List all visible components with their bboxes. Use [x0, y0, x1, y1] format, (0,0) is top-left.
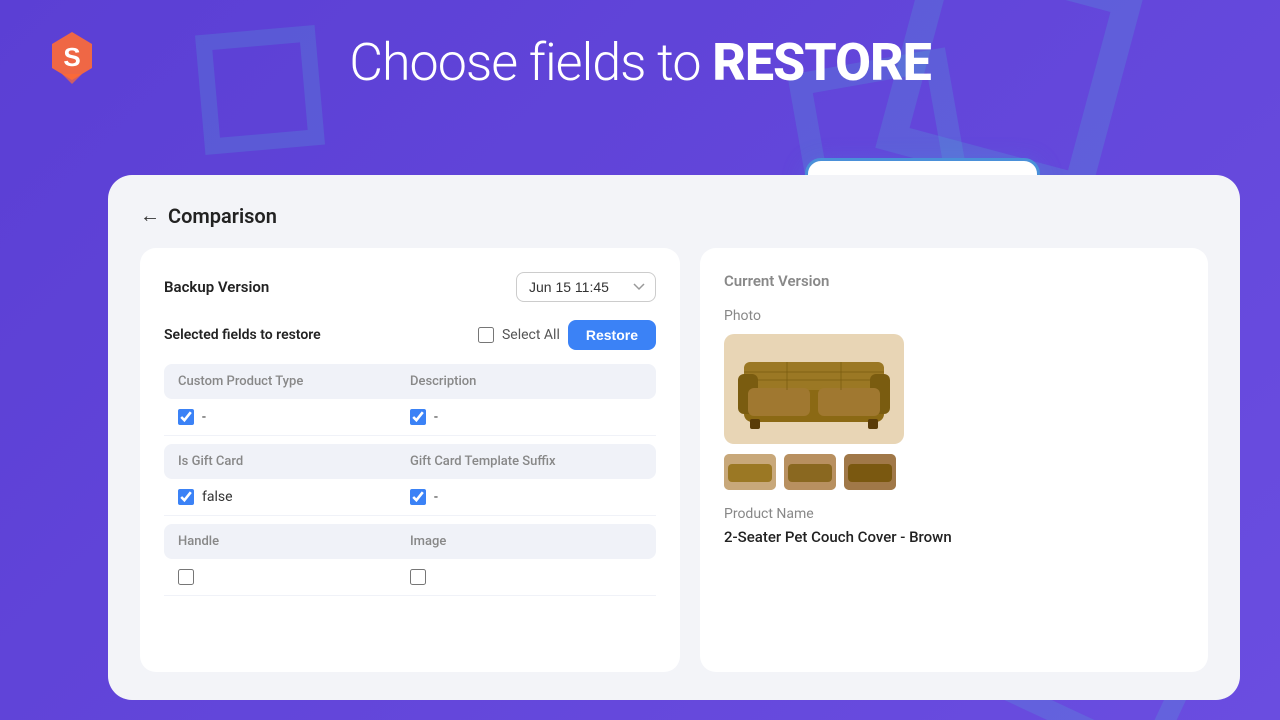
product-name-label: Product Name	[724, 506, 1184, 522]
field-checkbox-1-col2[interactable]	[410, 409, 426, 425]
field-value-text-1-col2: -	[434, 409, 438, 425]
field-header-col1-2: Is Gift Card	[178, 454, 410, 469]
field-value-col2-1: -	[410, 409, 642, 425]
select-all-group: Select All Restore	[478, 320, 656, 350]
selected-fields-label: Selected fields to restore	[164, 327, 321, 343]
field-header-col1-1: Custom Product Type	[178, 374, 410, 389]
photo-thumbnails	[724, 454, 1184, 490]
photo-thumb-3[interactable]	[844, 454, 896, 490]
field-value-row-3	[164, 559, 656, 596]
photo-label: Photo	[724, 308, 1184, 324]
field-header-col2-2: Gift Card Template Suffix	[410, 454, 642, 469]
field-value-col1-3	[178, 569, 410, 585]
field-checkbox-1-col1[interactable]	[178, 409, 194, 425]
field-checkbox-3-col1[interactable]	[178, 569, 194, 585]
select-all-checkbox[interactable]	[478, 327, 494, 343]
photo-thumb-2[interactable]	[784, 454, 836, 490]
field-header-col2-1: Description	[410, 374, 642, 389]
product-name-value: 2-Seater Pet Couch Cover - Brown	[724, 528, 1184, 546]
field-separator-2	[164, 516, 656, 524]
field-value-col2-3	[410, 569, 642, 585]
field-value-col2-2: -	[410, 489, 642, 505]
field-separator-1	[164, 436, 656, 444]
field-value-row-1: - -	[164, 399, 656, 436]
field-header-row-1: Custom Product Type Description	[164, 364, 656, 399]
field-value-text-2-col2: -	[434, 489, 438, 505]
field-value-row-2: false -	[164, 479, 656, 516]
current-version-title: Current Version	[724, 272, 1184, 290]
right-panel: Current Version Photo	[700, 248, 1208, 672]
backup-version-label: Backup Version	[164, 278, 269, 296]
field-header-col2-3: Image	[410, 534, 642, 549]
back-arrow-icon: ←	[140, 203, 160, 228]
product-photo-main	[724, 334, 904, 444]
backup-version-row: Backup Version Jun 15 11:45 Jun 14 10:30…	[164, 272, 656, 302]
field-header-row-2: Is Gift Card Gift Card Template Suffix	[164, 444, 656, 479]
columns-layout: Backup Version Jun 15 11:45 Jun 14 10:30…	[140, 248, 1208, 672]
photo-thumb-1[interactable]	[724, 454, 776, 490]
main-panel: ← Comparison Backup Version Jun 15 11:45…	[108, 175, 1240, 700]
back-nav-label: Comparison	[168, 204, 277, 228]
restore-button[interactable]: Restore	[568, 320, 656, 350]
back-navigation[interactable]: ← Comparison	[140, 203, 1208, 228]
field-header-row-3: Handle Image	[164, 524, 656, 559]
field-value-col1-2: false	[178, 489, 410, 505]
left-panel: Backup Version Jun 15 11:45 Jun 14 10:30…	[140, 248, 680, 672]
sofa-svg	[734, 344, 894, 434]
field-checkbox-3-col2[interactable]	[410, 569, 426, 585]
field-value-col1-1: -	[178, 409, 410, 425]
version-select[interactable]: Jun 15 11:45 Jun 14 10:30 Jun 13 09:15	[516, 272, 656, 302]
field-checkbox-2-col1[interactable]	[178, 489, 194, 505]
fields-table: Custom Product Type Description - -	[164, 364, 656, 648]
field-header-col1-3: Handle	[178, 534, 410, 549]
select-all-text: Select All	[502, 327, 560, 343]
page-title: Choose fields to RESTORE	[0, 32, 1280, 93]
field-value-text-2-col1: false	[202, 489, 233, 505]
field-checkbox-2-col2[interactable]	[410, 489, 426, 505]
select-all-row: Selected fields to restore Select All Re…	[164, 320, 656, 350]
field-value-text-1-col1: -	[202, 409, 206, 425]
